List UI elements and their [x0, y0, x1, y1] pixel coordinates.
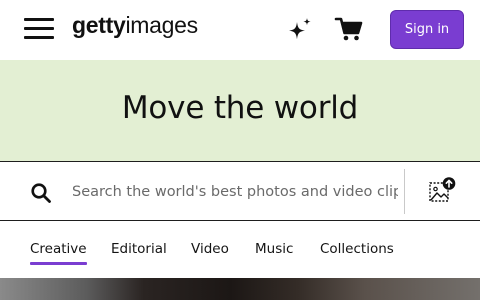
tab-video[interactable]: Video [191, 241, 229, 257]
hero-banner: Move the world [0, 60, 480, 161]
shopping-cart-icon [334, 17, 363, 41]
content-type-tabs: Creative Editorial Video Music Collectio… [0, 221, 480, 278]
tab-music[interactable]: Music [255, 241, 293, 257]
search-icon[interactable] [30, 182, 52, 204]
sign-in-button[interactable]: Sign in [390, 10, 464, 49]
sparkle-icon [289, 18, 311, 40]
search-by-image-button[interactable] [424, 176, 460, 208]
tab-editorial[interactable]: Editorial [111, 241, 167, 257]
menu-button[interactable] [22, 15, 56, 43]
image-upload-icon [429, 177, 456, 202]
search-bar [0, 161, 480, 221]
logo-text-bold: getty [72, 12, 126, 38]
featured-image-preview [0, 278, 480, 300]
cart-button[interactable] [332, 12, 366, 46]
logo-text-light: images [125, 12, 198, 38]
hero-title: Move the world [121, 90, 359, 126]
tab-creative[interactable]: Creative [30, 241, 87, 265]
search-divider [404, 169, 405, 214]
getty-images-logo[interactable]: gettyimages [72, 12, 198, 39]
site-header: gettyimages Sign in [0, 0, 480, 60]
tab-collections[interactable]: Collections [320, 241, 394, 257]
ai-generator-button[interactable] [284, 14, 316, 46]
search-input[interactable] [72, 176, 398, 208]
